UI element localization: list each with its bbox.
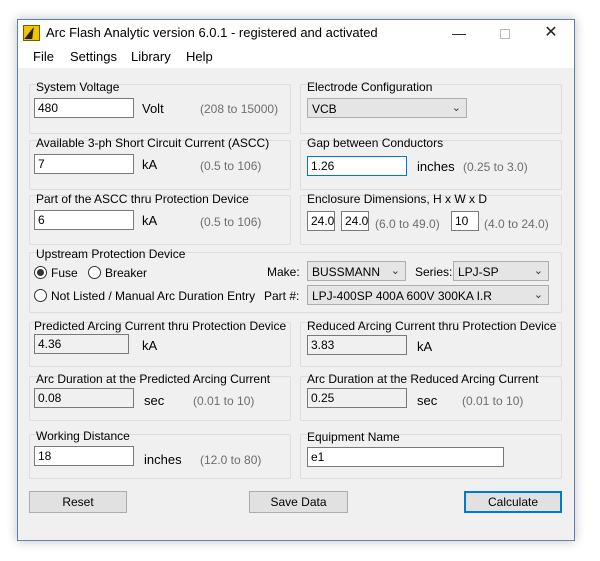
ascc-label: Available 3-ph Short Circuit Current (AS… (36, 136, 270, 150)
reduced-arcing-label: Reduced Arcing Current thru Protection D… (307, 319, 557, 333)
equipment-name-input[interactable]: e1 (307, 447, 504, 467)
chevron-down-icon: ⌄ (390, 265, 400, 277)
enclosure-width-input[interactable]: 24.0 (341, 211, 369, 231)
menu-bar: File Settings Library Help (18, 46, 574, 68)
chevron-down-icon: ⌄ (533, 289, 543, 301)
ascc-unit: kA (142, 157, 158, 172)
app-window: Arc Flash Analytic version 6.0.1 - regis… (17, 19, 575, 541)
part-ascc-label: Part of the ASCC thru Protection Device (36, 192, 249, 206)
arc-duration-predicted-input[interactable]: 0.08 (34, 388, 134, 408)
menu-library[interactable]: Library (131, 49, 171, 64)
enclosure-height-input[interactable]: 24.0 (307, 211, 335, 231)
reduced-arcing-value: 3.83 (307, 335, 407, 355)
system-voltage-input[interactable]: 480 (34, 98, 134, 118)
ascc-input[interactable]: 7 (34, 154, 134, 174)
arc-duration-reduced-input[interactable]: 0.25 (307, 388, 407, 408)
working-distance-range: (12.0 to 80) (200, 453, 262, 467)
chevron-down-icon: ⌄ (533, 265, 543, 277)
menu-settings[interactable]: Settings (70, 49, 117, 64)
ascc-range: (0.5 to 106) (200, 159, 262, 173)
arc-duration-reduced-label: Arc Duration at the Reduced Arcing Curre… (307, 372, 539, 386)
not-listed-label[interactable]: Not Listed / Manual Arc Duration Entry (51, 289, 255, 303)
arc-flash-logo-icon (23, 25, 40, 41)
predicted-arcing-value: 4.36 (34, 334, 129, 354)
maximize-button[interactable] (482, 20, 528, 46)
fuse-radio[interactable] (34, 266, 47, 279)
predicted-arcing-label: Predicted Arcing Current thru Protection… (34, 319, 287, 333)
menu-file[interactable]: File (33, 49, 54, 64)
breaker-label[interactable]: Breaker (105, 266, 147, 280)
save-data-button[interactable]: Save Data (249, 491, 348, 513)
working-distance-label: Working Distance (36, 429, 130, 443)
system-voltage-unit: Volt (142, 101, 164, 116)
electrode-dropdown[interactable]: VCB ⌄ (307, 98, 467, 118)
enclosure-d-range: (4.0 to 24.0) (484, 217, 549, 231)
arc-duration-predicted-unit: sec (144, 393, 165, 408)
system-voltage-range: (208 to 15000) (200, 102, 279, 116)
gap-input[interactable]: 1.26 (307, 156, 407, 176)
reset-button[interactable]: Reset (29, 491, 127, 513)
gap-range: (0.25 to 3.0) (463, 160, 528, 174)
part-number-selected: LPJ-400SP 400A 600V 300KA I.R (312, 289, 492, 303)
arc-duration-reduced-unit: sec (417, 393, 438, 408)
menu-help[interactable]: Help (186, 49, 213, 64)
title-bar: Arc Flash Analytic version 6.0.1 - regis… (18, 20, 574, 46)
calculate-button[interactable]: Calculate (464, 491, 562, 513)
make-selected: BUSSMANN (312, 265, 381, 279)
arc-duration-predicted-label: Arc Duration at the Predicted Arcing Cur… (36, 372, 271, 386)
arc-duration-predicted-range: (0.01 to 10) (193, 394, 255, 408)
minimize-icon: — (452, 25, 466, 41)
close-button[interactable]: ✕ (528, 20, 574, 46)
reduced-arcing-unit: kA (417, 339, 433, 354)
part-ascc-range: (0.5 to 106) (200, 215, 262, 229)
gap-unit: inches (417, 159, 455, 174)
minimize-button[interactable]: — (436, 20, 482, 46)
breaker-radio[interactable] (88, 266, 101, 279)
gap-label: Gap between Conductors (307, 136, 444, 150)
make-label: Make: (267, 265, 300, 279)
arc-duration-reduced-range: (0.01 to 10) (462, 394, 524, 408)
maximize-icon (500, 29, 510, 40)
make-dropdown[interactable]: BUSSMANN ⌄ (307, 261, 406, 281)
part-number-label: Part #: (264, 289, 300, 303)
close-icon: ✕ (544, 24, 558, 41)
equipment-name-label: Equipment Name (307, 430, 400, 444)
enclosure-hw-range: (6.0 to 49.0) (375, 217, 440, 231)
chevron-down-icon: ⌄ (451, 102, 461, 114)
fuse-label[interactable]: Fuse (51, 266, 78, 280)
working-distance-unit: inches (144, 452, 182, 467)
upstream-label: Upstream Protection Device (36, 247, 186, 261)
enclosure-depth-input[interactable]: 10 (451, 211, 479, 231)
series-dropdown[interactable]: LPJ-SP ⌄ (453, 261, 549, 281)
part-ascc-unit: kA (142, 213, 158, 228)
system-voltage-label: System Voltage (36, 80, 120, 94)
enclosure-label: Enclosure Dimensions, H x W x D (307, 192, 488, 206)
predicted-arcing-unit: kA (142, 338, 158, 353)
electrode-label: Electrode Configuration (307, 80, 433, 94)
part-ascc-input[interactable]: 6 (34, 210, 134, 230)
working-distance-input[interactable]: 18 (34, 446, 134, 466)
window-title: Arc Flash Analytic version 6.0.1 - regis… (46, 25, 378, 40)
electrode-selected: VCB (312, 102, 337, 116)
series-label: Series: (415, 265, 453, 279)
part-number-dropdown[interactable]: LPJ-400SP 400A 600V 300KA I.R ⌄ (307, 285, 549, 305)
series-selected: LPJ-SP (458, 265, 499, 279)
not-listed-radio[interactable] (34, 289, 47, 302)
